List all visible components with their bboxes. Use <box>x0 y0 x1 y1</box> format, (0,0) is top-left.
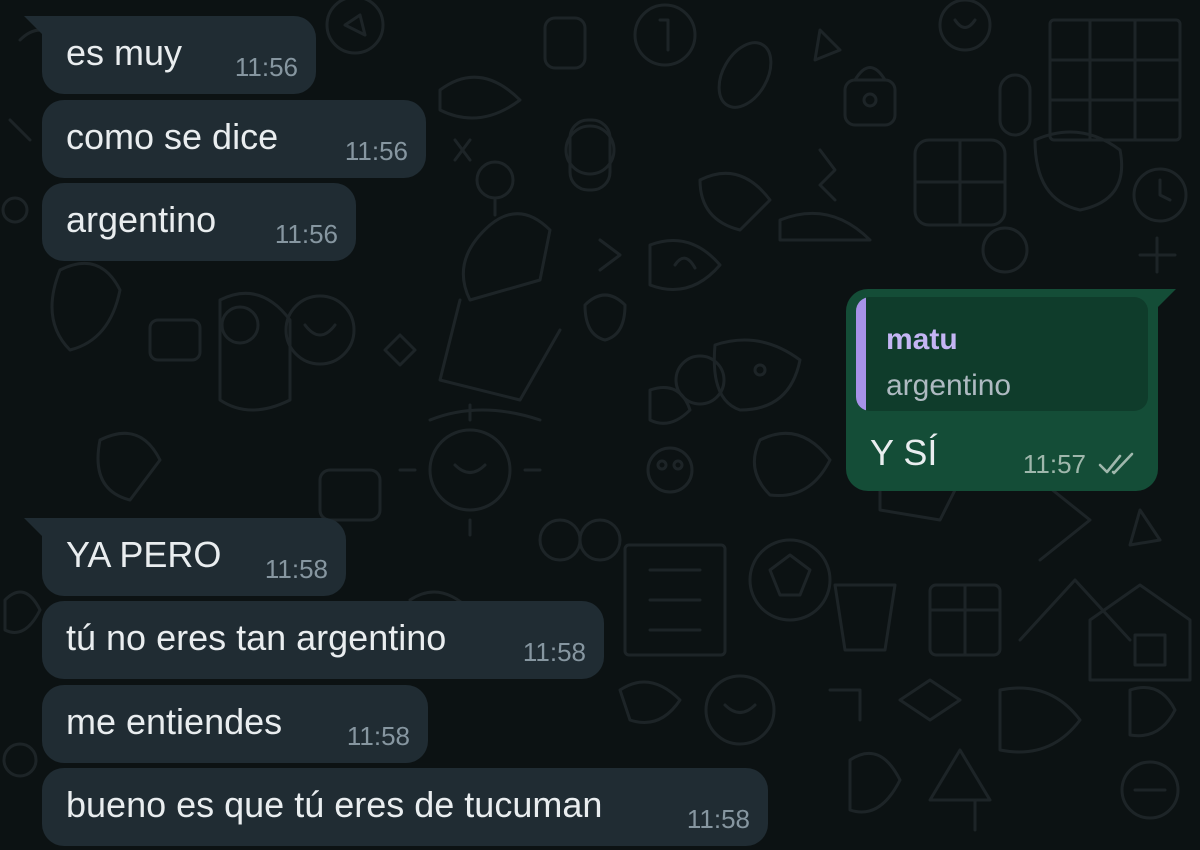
message-time: 11:56 <box>344 136 408 166</box>
incoming-message[interactable]: me entiendes 11:58 <box>42 685 428 763</box>
message-text: tú no eres tan argentino <box>66 617 447 658</box>
quote-accent-bar <box>856 297 866 411</box>
message-text: es muy <box>66 32 183 73</box>
incoming-message[interactable]: bueno es que tú eres de tucuman 11:58 <box>42 768 768 846</box>
quote-author: matu <box>886 323 958 356</box>
incoming-message[interactable]: tú no eres tan argentino 11:58 <box>42 601 604 679</box>
message-time: 11:58 <box>686 804 750 834</box>
quote-text: argentino <box>886 369 1012 402</box>
message-time: 11:58 <box>264 554 328 584</box>
incoming-message[interactable]: como se dice 11:56 <box>42 100 426 178</box>
message-time: 11:58 <box>522 637 586 667</box>
message-time: 11:56 <box>274 219 338 249</box>
message-time: 11:58 <box>346 721 410 751</box>
chat-area[interactable]: es muy 11:56 como se dice 11:56 argentin… <box>0 0 1200 850</box>
message-text: bueno es que tú eres de tucuman <box>66 784 603 825</box>
outgoing-message[interactable]: matu argentino Y SÍ 11:57 <box>846 289 1176 491</box>
message-text: como se dice <box>66 116 279 157</box>
incoming-message[interactable]: es muy 11:56 <box>24 16 316 94</box>
message-time: 11:57 <box>1022 449 1086 479</box>
quoted-message[interactable]: matu argentino <box>856 297 1148 411</box>
message-text: Y SÍ <box>870 432 938 473</box>
double-check-icon <box>1098 452 1134 475</box>
message-time: 11:56 <box>234 52 298 82</box>
message-text: argentino <box>66 199 217 240</box>
message-text: YA PERO <box>66 534 222 575</box>
incoming-message[interactable]: YA PERO 11:58 <box>24 518 346 596</box>
message-text: me entiendes <box>66 701 283 742</box>
incoming-message[interactable]: argentino 11:56 <box>42 183 356 261</box>
